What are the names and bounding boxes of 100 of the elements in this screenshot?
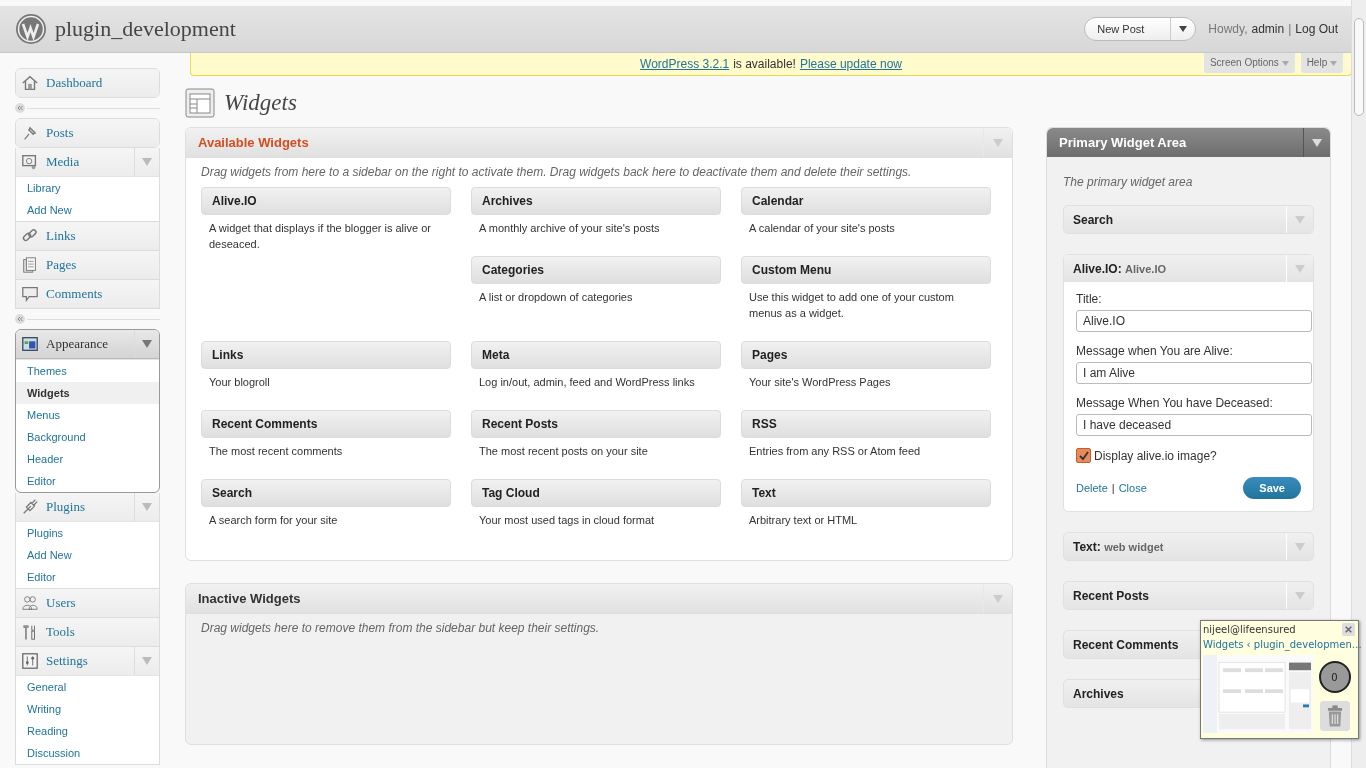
menu-item[interactable]: Appearance <box>16 330 159 359</box>
submenu-item[interactable]: Widgets <box>16 382 159 404</box>
update-link[interactable]: Please update now <box>799 57 902 72</box>
submenu-item[interactable]: Discussion <box>16 742 159 764</box>
close-icon[interactable] <box>1342 623 1355 636</box>
field-label: Message When You have Deceased: <box>1076 396 1274 410</box>
text-field[interactable]: Alive.IO <box>1076 310 1312 332</box>
widget-handle[interactable]: Recent Posts <box>471 410 721 438</box>
comment-icon <box>21 285 39 303</box>
menu-item[interactable]: Tools <box>16 618 159 646</box>
caret-icon[interactable] <box>142 503 152 511</box>
widget-handle[interactable]: Archives <box>471 187 721 215</box>
caret-icon[interactable] <box>993 594 1003 603</box>
media-icon <box>21 153 39 171</box>
widget-description: Log in/out, admin, feed and WordPress links <box>478 375 696 390</box>
submenu-item[interactable]: Editor <box>16 566 159 588</box>
page-title: Widgets <box>224 89 297 116</box>
separator-text: | <box>1288 22 1292 36</box>
submenu-item[interactable]: Menus <box>16 404 159 426</box>
menu-item[interactable]: Settings <box>16 647 159 675</box>
user-link[interactable]: admin <box>1251 22 1285 36</box>
widget-handle[interactable]: Custom Menu <box>741 256 991 284</box>
count-badge: 0 <box>1318 661 1351 693</box>
widget-handle[interactable]: Pages <box>741 341 991 369</box>
checkbox-label: Display alive.io image? <box>1094 448 1217 463</box>
checkbox[interactable] <box>1076 448 1091 463</box>
menu-item[interactable]: Posts <box>16 119 159 147</box>
caret-icon[interactable] <box>1295 542 1305 551</box>
collapse-icon[interactable] <box>15 314 25 324</box>
caret-icon[interactable] <box>1295 264 1305 273</box>
logout-link[interactable]: Log Out <box>1295 22 1338 36</box>
caret-icon[interactable] <box>142 657 152 665</box>
menu-item[interactable]: Dashboard <box>16 69 159 97</box>
panel-title: Available Widgets <box>198 135 310 150</box>
version-link[interactable]: WordPress 3.2.1 <box>640 57 730 72</box>
notice-text: is available! <box>733 57 796 72</box>
submenu-item[interactable]: Plugins <box>16 522 159 544</box>
submenu-item[interactable]: Themes <box>16 360 159 382</box>
caret-icon[interactable] <box>1312 138 1322 147</box>
delete-link[interactable]: Delete <box>1076 482 1108 494</box>
menu-item[interactable]: Media <box>16 148 159 176</box>
widget-handle[interactable]: RSS <box>741 410 991 438</box>
widget-handle[interactable]: Text <box>741 479 991 507</box>
caret-icon[interactable] <box>1295 591 1305 600</box>
submenu-item[interactable]: Writing <box>16 698 159 720</box>
menu-item[interactable]: Comments <box>16 280 159 308</box>
caret-icon <box>1281 61 1289 66</box>
panel-description: Drag widgets from here to a sidebar on the right to activate them. Drag widgets back here to deactivate them and delete their settings. <box>201 165 913 179</box>
site-title[interactable]: plugin_development <box>55 16 236 42</box>
widget-handle[interactable]: Calendar <box>741 187 991 215</box>
menu-item[interactable]: Links <box>16 222 159 250</box>
widget-handle[interactable]: Categories <box>471 256 721 284</box>
submenu-item[interactable]: Reading <box>16 720 159 742</box>
widgets-icon <box>185 87 215 118</box>
submenu-item[interactable]: Add New <box>16 199 159 221</box>
pages-icon <box>21 256 39 274</box>
submenu-item[interactable]: Add New <box>16 544 159 566</box>
appearance-icon <box>21 335 39 353</box>
panel-title: Primary Widget Area <box>1059 135 1188 150</box>
widget-handle[interactable]: Recent Comments <box>201 410 451 438</box>
greeting-text: Howdy, <box>1208 22 1248 36</box>
trash-icon[interactable] <box>1319 701 1350 731</box>
new-post-dropdown[interactable]: New Post <box>1084 17 1197 41</box>
submenu-item[interactable]: Editor <box>16 470 159 492</box>
separator-text: | <box>1111 482 1115 494</box>
widget-description: A search form for your site <box>208 513 339 528</box>
widget-handle[interactable]: Search <box>201 479 451 507</box>
panel-description: Drag widgets here to remove them from the sidebar but keep their settings. <box>201 621 601 635</box>
caret-icon[interactable] <box>142 158 152 166</box>
submenu-item[interactable]: Header <box>16 448 159 470</box>
widget-handle[interactable]: Alive.IO <box>201 187 451 215</box>
collapse-icon[interactable] <box>15 103 25 113</box>
widget-description: Your blogroll <box>208 375 271 390</box>
menu-item[interactable]: Users <box>16 589 159 617</box>
menu-item[interactable]: Pages <box>16 251 159 279</box>
panel-title: Inactive Widgets <box>198 591 302 606</box>
save-button[interactable]: Save <box>1243 477 1301 499</box>
widget-description: Arbitrary text or HTML <box>748 513 859 528</box>
widget-handle[interactable]: Links <box>201 341 451 369</box>
submenu-item[interactable]: Library <box>16 177 159 199</box>
users-icon <box>21 594 39 612</box>
submenu-item[interactable]: General <box>16 676 159 698</box>
caret-icon[interactable] <box>1295 215 1305 224</box>
widget-description: The most recent posts on your site <box>478 444 649 459</box>
caret-icon[interactable] <box>993 138 1003 147</box>
caret-icon <box>1179 26 1188 32</box>
widget-handle[interactable]: Meta <box>471 341 721 369</box>
widget-description: Your most used tags in cloud format <box>478 513 656 528</box>
caret-icon[interactable] <box>142 340 152 348</box>
area-description: The primary widget area <box>1063 175 1194 189</box>
text-field[interactable]: I have deceased <box>1076 414 1312 436</box>
home-icon <box>21 74 39 92</box>
screen-tab[interactable]: Help <box>1300 53 1343 73</box>
widget-handle[interactable]: Tag Cloud <box>471 479 721 507</box>
menu-item[interactable]: Plugins <box>16 493 159 521</box>
screen-tab[interactable]: Screen Options <box>1203 53 1295 73</box>
submenu-item[interactable]: Background <box>16 426 159 448</box>
text-field[interactable]: I am Alive <box>1076 362 1312 384</box>
widget-description: Use this widget to add one of your custom menus as a widget. <box>748 290 955 321</box>
close-link[interactable]: Close <box>1118 482 1147 494</box>
